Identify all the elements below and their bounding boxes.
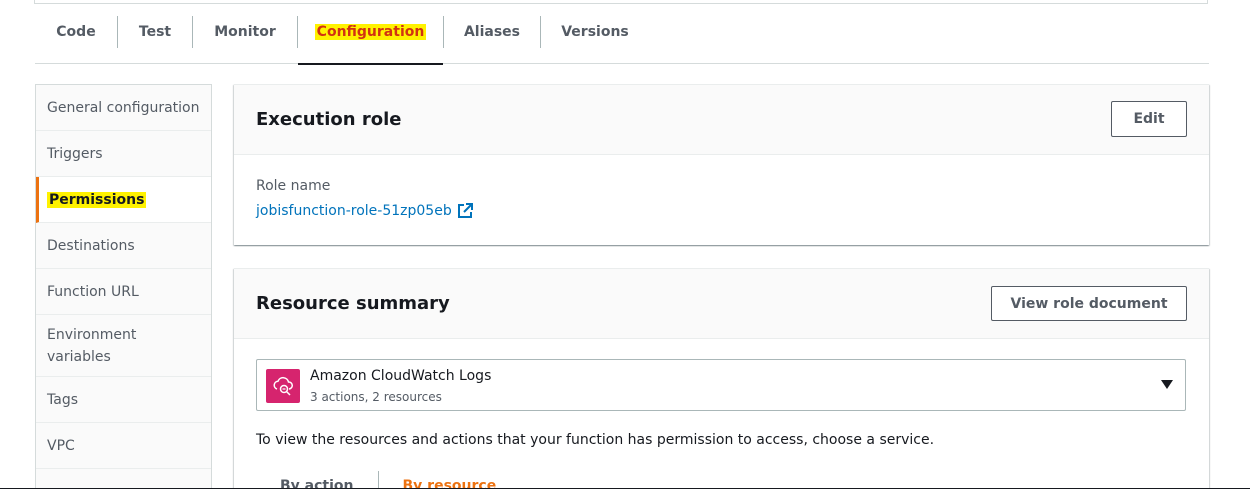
sidebar-item-destinations[interactable]: Destinations	[36, 223, 211, 269]
tab-configuration-label: Configuration	[314, 23, 427, 40]
external-link-icon	[457, 203, 473, 218]
resource-summary-header: Resource summary View role document	[234, 269, 1209, 339]
edit-button[interactable]: Edit	[1111, 101, 1187, 137]
tab-monitor[interactable]: Monitor	[193, 0, 297, 64]
sidebar-item-function-url[interactable]: Function URL	[36, 269, 211, 315]
tab-versions[interactable]: Versions	[541, 0, 649, 64]
execution-role-title: Execution role	[256, 109, 402, 130]
caret-down-icon	[1161, 380, 1173, 389]
sidebar-item-tags[interactable]: Tags	[36, 377, 211, 423]
execution-role-header: Execution role Edit	[234, 85, 1209, 155]
cloudwatch-logs-icon	[266, 369, 300, 403]
tab-aliases[interactable]: Aliases	[444, 0, 540, 64]
service-detail: 3 actions, 2 resources	[310, 390, 442, 404]
tab-code[interactable]: Code	[35, 0, 117, 64]
execution-role-panel: Execution role Edit Role name jobisfunct…	[234, 84, 1209, 245]
sidebar-item-permissions[interactable]: Permissions	[36, 177, 211, 223]
sidebar-item-permissions-label: Permissions	[47, 191, 147, 208]
service-select[interactable]: Amazon CloudWatch Logs 3 actions, 2 reso…	[256, 359, 1186, 411]
sidebar-item-environment-variables[interactable]: Environment variables	[36, 315, 211, 377]
resource-summary-title: Resource summary	[256, 293, 450, 314]
tab-by-resource[interactable]: By resource	[379, 466, 521, 489]
view-role-document-button[interactable]: View role document	[991, 286, 1187, 321]
sidebar-item-vpc[interactable]: VPC	[36, 423, 211, 469]
resource-view-tabs: By action By resource	[256, 466, 520, 489]
resource-summary-panel: Resource summary View role document Amaz…	[234, 268, 1209, 489]
tab-by-action[interactable]: By action	[256, 466, 378, 489]
tab-test[interactable]: Test	[118, 0, 192, 64]
function-tabs: Code Test Monitor Configuration Aliases …	[35, 0, 1209, 65]
sidebar-item-general-configuration[interactable]: General configuration	[36, 85, 211, 131]
configuration-sidebar: General configuration Triggers Permissio…	[35, 84, 212, 489]
service-name: Amazon CloudWatch Logs	[310, 368, 492, 384]
tab-configuration[interactable]: Configuration	[298, 0, 443, 65]
sidebar-item-triggers[interactable]: Triggers	[36, 131, 211, 177]
role-name-link[interactable]: jobisfunction-role-51zp05eb	[256, 203, 473, 219]
resource-summary-description: To view the resources and actions that y…	[256, 432, 935, 448]
role-name-value: jobisfunction-role-51zp05eb	[256, 203, 452, 219]
role-name-label: Role name	[256, 178, 331, 194]
